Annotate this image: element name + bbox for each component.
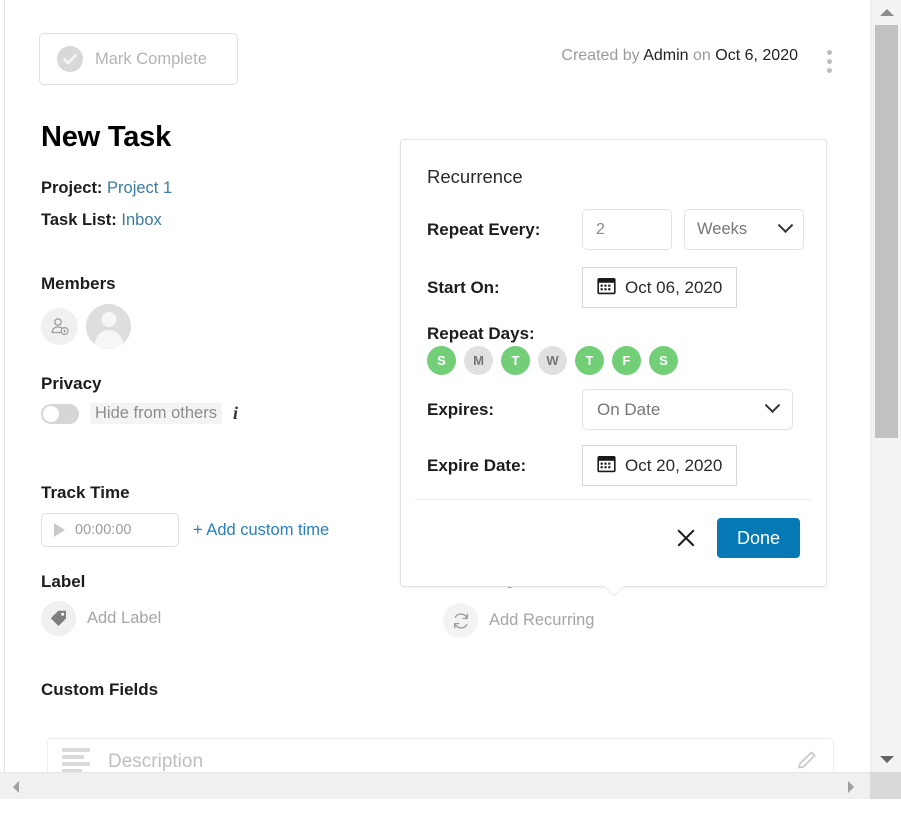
calendar-icon [597, 276, 616, 300]
vertical-scrollbar[interactable] [870, 0, 901, 772]
add-recurring-row[interactable]: Add Recurring [443, 603, 594, 638]
chevron-down-icon [777, 217, 794, 234]
expire-date-value: Oct 20, 2020 [625, 455, 723, 475]
recurrence-popup: Recurrence Repeat Every: Weeks Start On: [400, 139, 827, 595]
repeat-days-selector: S M T W T F S [427, 346, 678, 375]
timer-start-button[interactable]: 00:00:00 [41, 513, 179, 547]
check-circle-icon [57, 46, 83, 72]
section-heading-label: Label [41, 572, 86, 591]
avatar[interactable] [86, 304, 131, 349]
expire-date-picker[interactable]: Oct 20, 2020 [582, 445, 738, 486]
repeat-days-label: Repeat Days: [427, 324, 535, 343]
members-list [41, 304, 131, 349]
day-toggle-tuesday[interactable]: T [501, 346, 530, 375]
privacy-controls: Hide from others i [41, 403, 238, 424]
add-label-row[interactable]: Add Label [41, 601, 161, 636]
vertical-scrollbar-thumb[interactable] [875, 25, 898, 438]
expire-date-label: Expire Date: [427, 455, 527, 475]
section-heading-track-time: Track Time [41, 483, 130, 502]
tasklist-line: Task List: Inbox [41, 211, 162, 230]
horizontal-scrollbar[interactable] [0, 772, 901, 799]
section-heading-members: Members [41, 274, 116, 293]
calendar-icon [597, 454, 616, 478]
popup-actions: Done [673, 518, 800, 558]
description-field[interactable]: Description [47, 738, 834, 772]
expires-value: On Date [597, 399, 661, 419]
start-on-value: Oct 06, 2020 [625, 277, 723, 297]
add-label-text: Add Label [87, 609, 162, 627]
recurrence-popup-title: Recurrence [427, 166, 523, 187]
scrollbar-corner [870, 772, 901, 799]
created-by-text: Created by Admin on Oct 6, 2020 [561, 47, 798, 65]
play-icon [54, 523, 65, 537]
start-on-row: Start On: Oct 06, 2020 [427, 267, 738, 308]
avatar-head [101, 312, 116, 327]
info-icon[interactable]: i [233, 403, 238, 424]
add-custom-time-link[interactable]: + Add custom time [193, 521, 329, 540]
window-bottom-area [0, 799, 901, 827]
repeat-unit-select[interactable]: Weeks [684, 209, 804, 250]
scroll-left-icon[interactable] [4, 773, 28, 800]
scroll-up-icon[interactable] [871, 0, 901, 25]
expire-date-row: Expire Date: Oct 20, 2020 [427, 445, 738, 486]
mark-complete-button[interactable]: Mark Complete [39, 33, 238, 85]
day-toggle-saturday[interactable]: S [649, 346, 678, 375]
created-date: Oct 6, 2020 [715, 47, 798, 64]
timer-value: 00:00:00 [75, 522, 132, 538]
section-heading-custom-fields: Custom Fields [41, 680, 159, 699]
add-member-icon[interactable] [41, 308, 78, 345]
page-title: New Task [41, 121, 172, 153]
expires-row: Expires: On Date [427, 389, 793, 430]
pencil-icon[interactable] [795, 748, 819, 773]
app-window: Mark Complete Created by Admin on Oct 6,… [0, 0, 901, 827]
hide-from-others-toggle[interactable] [41, 403, 79, 424]
kebab-dot [826, 49, 832, 55]
day-toggle-friday[interactable]: F [612, 346, 641, 375]
close-icon[interactable] [673, 525, 699, 551]
chevron-down-icon [764, 397, 781, 414]
kebab-dot [826, 67, 832, 73]
day-toggle-thursday[interactable]: T [575, 346, 604, 375]
created-by-author: Admin [643, 47, 689, 64]
tasklist-link[interactable]: Inbox [121, 211, 161, 229]
created-on-word: on [693, 47, 711, 64]
start-on-label: Start On: [427, 277, 500, 297]
done-button[interactable]: Done [716, 518, 800, 558]
project-label: Project: [41, 179, 103, 197]
tasklist-label: Task List: [41, 211, 117, 229]
track-time-controls: 00:00:00 + Add custom time [41, 513, 329, 547]
text-lines-icon [62, 748, 92, 772]
scroll-down-icon[interactable] [871, 747, 901, 772]
refresh-icon [443, 603, 478, 638]
repeat-every-label: Repeat Every: [427, 219, 541, 239]
project-line: Project: Project 1 [41, 179, 172, 198]
description-placeholder: Description [108, 751, 204, 772]
repeat-unit-value: Weeks [697, 220, 748, 238]
day-toggle-sunday[interactable]: S [427, 346, 456, 375]
add-recurring-text: Add Recurring [489, 611, 595, 629]
day-toggle-monday[interactable]: M [464, 346, 493, 375]
start-on-date-picker[interactable]: Oct 06, 2020 [582, 267, 738, 308]
avatar-body [94, 330, 123, 349]
popup-divider [415, 499, 812, 500]
project-link[interactable]: Project 1 [107, 179, 172, 197]
task-detail-pane: Mark Complete Created by Admin on Oct 6,… [4, 0, 870, 772]
hide-from-others-label: Hide from others [90, 403, 222, 424]
popup-tail-arrow [602, 585, 625, 595]
expires-select[interactable]: On Date [582, 389, 793, 430]
repeat-every-row: Repeat Every: Weeks [427, 209, 804, 250]
scroll-right-icon[interactable] [839, 773, 863, 800]
tag-icon [41, 601, 76, 636]
created-by-prefix: Created by [561, 47, 640, 64]
day-toggle-wednesday[interactable]: W [538, 346, 567, 375]
repeat-every-input[interactable] [582, 209, 672, 250]
mark-complete-label: Mark Complete [95, 49, 207, 68]
section-heading-privacy: Privacy [41, 374, 102, 393]
expires-label: Expires: [427, 399, 495, 419]
more-vertical-icon[interactable] [816, 44, 842, 78]
kebab-dot [826, 58, 832, 64]
toggle-knob [43, 405, 59, 422]
